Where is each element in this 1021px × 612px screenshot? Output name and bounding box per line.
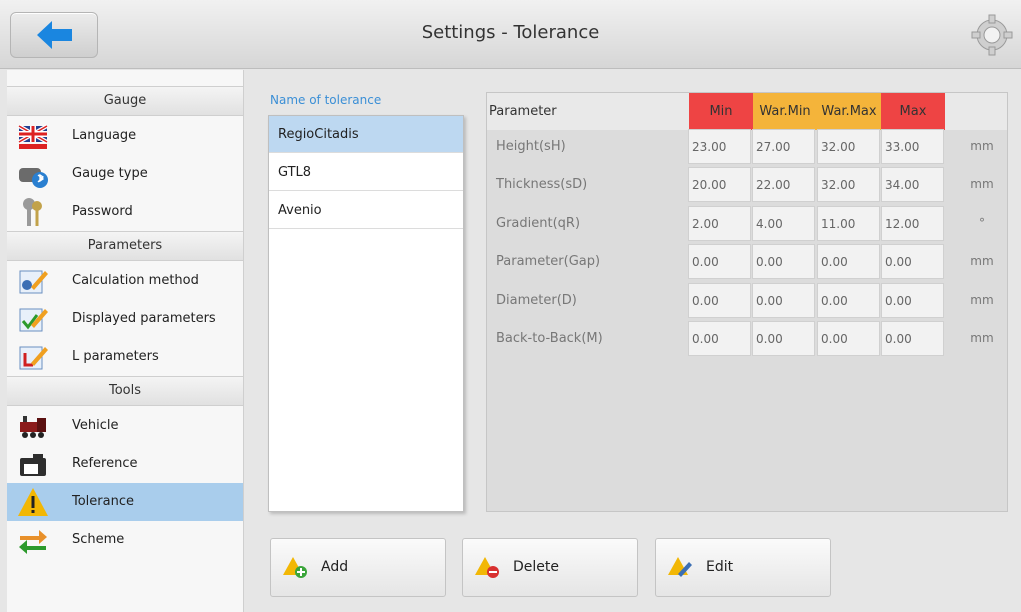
check-edit-icon [19,308,48,332]
sidebar-item-label: Calculation method [72,273,199,288]
parameter-label: Diameter(D) [496,293,577,308]
unit-label: mm [970,254,994,268]
unit-label: mm [970,139,994,153]
camera-icon [20,454,46,476]
l-edit-icon [19,346,48,370]
keys-icon [23,198,42,226]
uk-flag-icon [18,124,48,149]
list-item[interactable]: Avenio [269,192,463,229]
sidebar-item-calculation-method[interactable]: Calculation method [7,262,243,300]
value-cell-min[interactable]: 0.00 [688,283,751,318]
add-button[interactable]: Add [270,538,446,597]
value-cell-war-min[interactable]: 22.00 [752,167,815,202]
value-cell-max[interactable]: 0.00 [881,283,944,318]
locomotive-icon [20,416,46,438]
sidebar-item-label: Tolerance [72,494,134,509]
value-cell-max[interactable]: 0.00 [881,321,944,356]
sidebar-section-tools: Tools [7,376,243,406]
sidebar-section-gauge: Gauge [7,86,243,116]
column-header-unit [945,93,1007,130]
column-header-max: Max [881,93,945,130]
column-header-parameter: Parameter [487,93,691,130]
tolerance-list[interactable]: RegioCitadis GTL8 Avenio [268,115,464,512]
column-header-min: Min [689,93,753,130]
value-cell-war-min[interactable]: 0.00 [752,321,815,356]
parameter-label: Height(sH) [496,139,566,154]
sidebar-item-label: Vehicle [72,418,119,433]
delete-button[interactable]: Delete [462,538,638,597]
value-cell-war-max[interactable]: 32.00 [817,129,880,164]
edit-button[interactable]: Edit [655,538,831,597]
gear-icon [971,14,1013,56]
value-cell-min[interactable]: 2.00 [688,206,751,241]
list-item[interactable]: GTL8 [269,154,463,191]
value-cell-war-min[interactable]: 27.00 [752,129,815,164]
sidebar-item-displayed-parameters[interactable]: Displayed parameters [7,300,243,338]
sidebar-item-label: Language [72,128,137,143]
sidebar-section-parameters: Parameters [7,231,243,261]
value-cell-war-max[interactable]: 11.00 [817,206,880,241]
unit-label: mm [970,177,994,191]
parameter-label: Back-to-Back(M) [496,331,603,346]
value-cell-war-max[interactable]: 0.00 [817,321,880,356]
unit-label: mm [970,331,994,345]
value-cell-max[interactable]: 34.00 [881,167,944,202]
delete-warning-icon [475,557,499,578]
sidebar-item-l-parameters[interactable]: L parameters [7,338,243,376]
warning-icon [18,488,48,516]
sidebar: Gauge Language Gauge type Password Param… [7,70,244,612]
unit-label: ° [979,216,985,230]
sidebar-item-password[interactable]: Password [7,193,243,231]
column-header-war-min: War.Min [753,93,817,130]
sidebar-item-vehicle[interactable]: Vehicle [7,407,243,445]
value-cell-min[interactable]: 23.00 [688,129,751,164]
sidebar-item-label: L parameters [72,349,159,364]
value-cell-min[interactable]: 20.00 [688,167,751,202]
top-bar: Settings - Tolerance [0,0,1021,69]
sidebar-item-label: Gauge type [72,166,148,181]
gauge-bluetooth-icon [19,168,48,188]
parameter-label: Thickness(sD) [496,177,588,192]
sidebar-item-scheme[interactable]: Scheme [7,521,243,559]
calc-edit-icon [19,270,48,294]
value-cell-min[interactable]: 0.00 [688,244,751,279]
sidebar-item-gauge-type[interactable]: Gauge type [7,155,243,193]
tolerance-list-title: Name of tolerance [270,93,382,107]
settings-button[interactable] [971,14,1013,56]
unit-label: mm [970,293,994,307]
sidebar-item-tolerance[interactable]: Tolerance [7,483,243,521]
value-cell-max[interactable]: 0.00 [881,244,944,279]
column-header-war-max: War.Max [817,93,881,130]
list-item[interactable]: RegioCitadis [269,116,463,153]
value-cell-war-max[interactable]: 32.00 [817,167,880,202]
sidebar-item-label: Password [72,204,133,219]
value-cell-max[interactable]: 33.00 [881,129,944,164]
sidebar-item-language[interactable]: Language [7,117,243,155]
value-cell-war-max[interactable]: 0.00 [817,283,880,318]
value-cell-war-min[interactable]: 0.00 [752,244,815,279]
value-cell-max[interactable]: 12.00 [881,206,944,241]
swap-arrows-icon [19,530,47,554]
parameter-label: Gradient(qR) [496,216,581,231]
edit-warning-icon [668,557,692,577]
parameter-label: Parameter(Gap) [496,254,601,269]
page-title: Settings - Tolerance [421,22,600,43]
sidebar-item-label: Scheme [72,532,125,547]
add-warning-icon [283,557,307,578]
value-cell-min[interactable]: 0.00 [688,321,751,356]
value-cell-war-min[interactable]: 4.00 [752,206,815,241]
value-cell-war-max[interactable]: 0.00 [817,244,880,279]
sidebar-item-label: Reference [72,456,138,471]
sidebar-item-label: Displayed parameters [72,311,216,326]
value-cell-war-min[interactable]: 0.00 [752,283,815,318]
sidebar-item-reference[interactable]: Reference [7,445,243,483]
